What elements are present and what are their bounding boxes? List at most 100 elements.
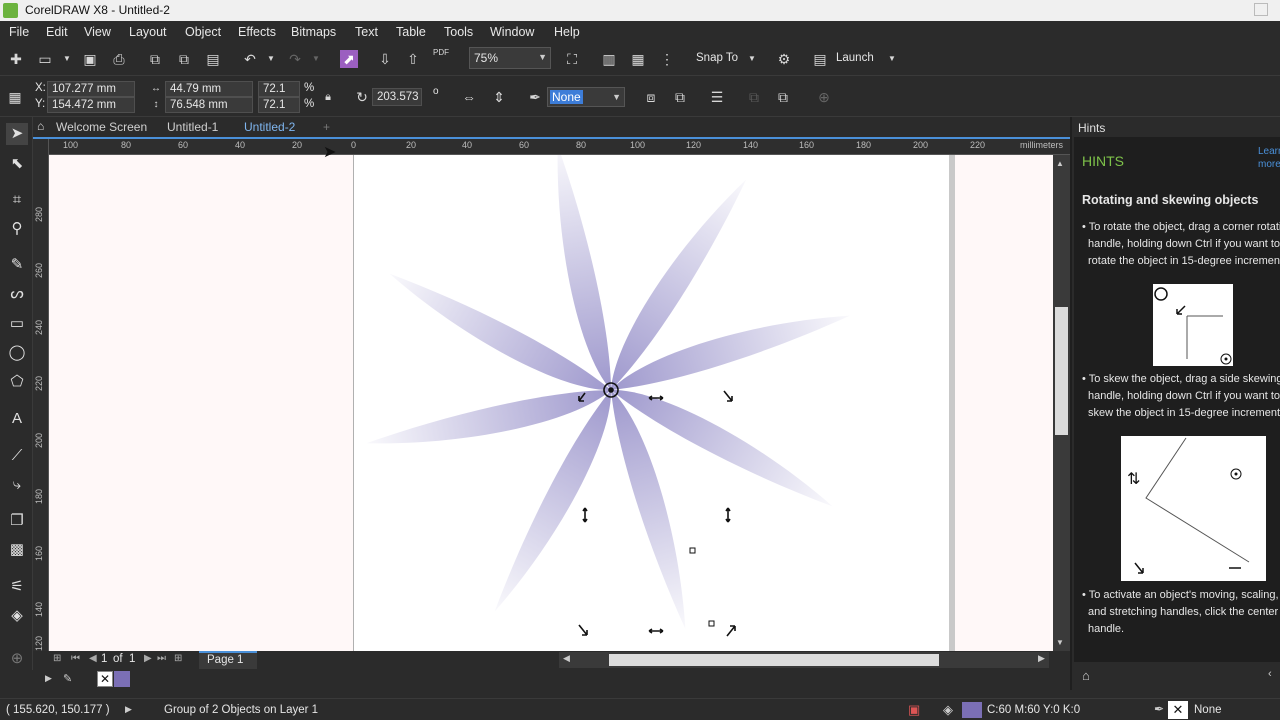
menu-object[interactable]: Object	[185, 25, 221, 39]
horizontal-scrollbar[interactable]: ◀ ▶	[559, 652, 1049, 668]
eyedropper-icon[interactable]: ✎	[63, 672, 72, 685]
menu-help[interactable]: Help	[554, 25, 580, 39]
mirror-vertical-icon[interactable]: ⇕	[490, 88, 508, 106]
redo-icon[interactable]: ↷	[286, 50, 304, 68]
add-page-after-icon[interactable]: ⊞	[174, 653, 182, 664]
freehand-tool-icon[interactable]: ✎	[6, 254, 28, 276]
y-position-field[interactable]: 154.472 mm	[47, 97, 135, 113]
to-front-icon[interactable]: ⧉	[745, 88, 763, 106]
outline-width-combo[interactable]: None ▼	[547, 87, 625, 107]
group-icon[interactable]: ⧈	[642, 88, 660, 106]
search-content-icon[interactable]: ⬈	[340, 50, 358, 68]
print-icon[interactable]: ⎙	[110, 50, 128, 68]
flower-artwork[interactable]	[49, 155, 1054, 651]
lock-ratio-icon[interactable]: 🔒︎	[319, 88, 337, 106]
transparency-tool-icon[interactable]: ▩	[6, 539, 28, 561]
parallel-dimension-tool-icon[interactable]: ⟋	[6, 445, 28, 467]
export-icon[interactable]: ⇧	[404, 50, 422, 68]
fill-color-swatch[interactable]	[962, 702, 982, 718]
scale-x-field[interactable]: 72.1	[258, 81, 300, 97]
undo-icon[interactable]: ↶	[241, 50, 259, 68]
launch-button[interactable]: Launch	[836, 52, 874, 64]
menu-table[interactable]: Table	[396, 25, 426, 39]
show-grid-icon[interactable]: ▦	[629, 50, 647, 68]
new-document-icon[interactable]: ✚	[7, 50, 25, 68]
menu-effects[interactable]: Effects	[238, 25, 276, 39]
save-icon[interactable]: ▣	[81, 50, 99, 68]
scale-y-field[interactable]: 72.1	[258, 97, 300, 113]
drawing-canvas[interactable]	[49, 155, 1054, 651]
artistic-media-tool-icon[interactable]: ᔕ	[6, 283, 28, 305]
palette-expand-icon[interactable]: ▶	[45, 673, 52, 684]
polygon-tool-icon[interactable]: ⬠	[6, 371, 28, 393]
docker-back-icon[interactable]: ‹	[1268, 668, 1272, 680]
launch-dropdown-icon[interactable]: ▼	[883, 50, 901, 68]
publish-pdf-icon[interactable]: PDF	[432, 48, 450, 66]
prev-page-icon[interactable]: ◀	[89, 653, 97, 664]
interactive-fill-tool-icon[interactable]: ◈	[6, 605, 28, 627]
copy-icon[interactable]: ⧉	[175, 50, 193, 68]
paste-icon[interactable]: ▤	[204, 50, 222, 68]
menu-bitmaps[interactable]: Bitmaps	[291, 25, 336, 39]
no-color-swatch[interactable]: ✕	[97, 671, 113, 687]
open-dropdown-icon[interactable]: ▼	[58, 50, 76, 68]
page-tab[interactable]: Page 1	[199, 651, 257, 669]
next-page-icon[interactable]: ▶	[144, 653, 152, 664]
redo-dropdown-icon[interactable]: ▼	[307, 50, 325, 68]
horizontal-scroll-thumb[interactable]	[609, 654, 939, 666]
zoom-level-combo[interactable]: 75% ▼	[469, 47, 551, 69]
options-gear-icon[interactable]: ⚙	[775, 50, 793, 68]
menu-edit[interactable]: Edit	[46, 25, 68, 39]
eyedropper-tool-icon[interactable]: ⚟	[6, 576, 28, 598]
cut-icon[interactable]: ⧉	[146, 50, 164, 68]
vertical-scrollbar[interactable]: ▲ ▼	[1053, 155, 1070, 651]
outline-none-swatch[interactable]: ✕	[1168, 701, 1188, 719]
first-page-icon[interactable]: ⏮	[71, 653, 80, 664]
snap-to-dropdown-icon[interactable]: ▼	[743, 50, 761, 68]
zoom-tool-icon[interactable]: ⚲	[6, 218, 28, 240]
launch-app-icon[interactable]: ▤	[811, 50, 829, 68]
menu-tools[interactable]: Tools	[444, 25, 473, 39]
reference-point-icon[interactable]: ▦	[6, 88, 24, 106]
height-field[interactable]: 76.548 mm	[165, 97, 253, 113]
ungroup-icon[interactable]: ⧉	[671, 88, 689, 106]
width-field[interactable]: 44.79 mm	[165, 81, 253, 97]
rectangle-tool-icon[interactable]: ▭	[6, 313, 28, 335]
last-page-icon[interactable]: ⏭	[157, 653, 166, 664]
menu-layout[interactable]: Layout	[129, 25, 167, 39]
home-icon[interactable]: ⌂	[37, 119, 44, 133]
full-screen-icon[interactable]: ⛶	[563, 50, 581, 68]
add-page-before-icon[interactable]: ⊞	[53, 653, 61, 664]
menu-file[interactable]: File	[9, 25, 29, 39]
mirror-horizontal-icon[interactable]: ⇔	[460, 88, 478, 106]
restore-window-button[interactable]	[1254, 3, 1268, 16]
scroll-up-icon[interactable]: ▲	[1056, 159, 1064, 168]
drop-shadow-tool-icon[interactable]: ❐	[6, 510, 28, 532]
menu-view[interactable]: View	[84, 25, 111, 39]
color-proofing-icon[interactable]: ▣	[908, 702, 920, 718]
new-tab-icon[interactable]: +	[323, 120, 330, 134]
tab-untitled-1[interactable]: Untitled-1	[167, 120, 218, 134]
crop-tool-icon[interactable]: ⌗	[6, 189, 28, 211]
text-tool-icon[interactable]: A	[6, 408, 28, 430]
align-distribute-icon[interactable]: ☰	[708, 88, 726, 106]
pick-tool-icon[interactable]: ➤	[6, 123, 28, 145]
shape-tool-icon[interactable]: ⬉	[6, 153, 28, 175]
scroll-left-icon[interactable]: ◀	[563, 653, 570, 664]
add-icon[interactable]: ⊕	[815, 88, 833, 106]
rotation-angle-field[interactable]: 203.573	[372, 88, 422, 106]
show-guidelines-icon[interactable]: ⋮	[658, 50, 676, 68]
connector-tool-icon[interactable]: ⤷	[6, 474, 28, 496]
color-swatch[interactable]	[114, 671, 130, 687]
x-position-field[interactable]: 107.277 mm	[47, 81, 135, 97]
to-back-icon[interactable]: ⧉	[774, 88, 792, 106]
snap-to-button[interactable]: Snap To	[696, 52, 738, 64]
docker-home-icon[interactable]: ⌂	[1082, 668, 1090, 683]
menu-window[interactable]: Window	[490, 25, 534, 39]
scroll-down-icon[interactable]: ▼	[1056, 638, 1064, 647]
vertical-scroll-thumb[interactable]	[1055, 307, 1068, 435]
flower-petals-group[interactable]	[364, 155, 854, 633]
add-tool-icon[interactable]: ⊕	[6, 648, 28, 670]
learn-more-link[interactable]: Learn more	[1258, 145, 1280, 171]
tab-untitled-2[interactable]: Untitled-2	[244, 120, 295, 134]
